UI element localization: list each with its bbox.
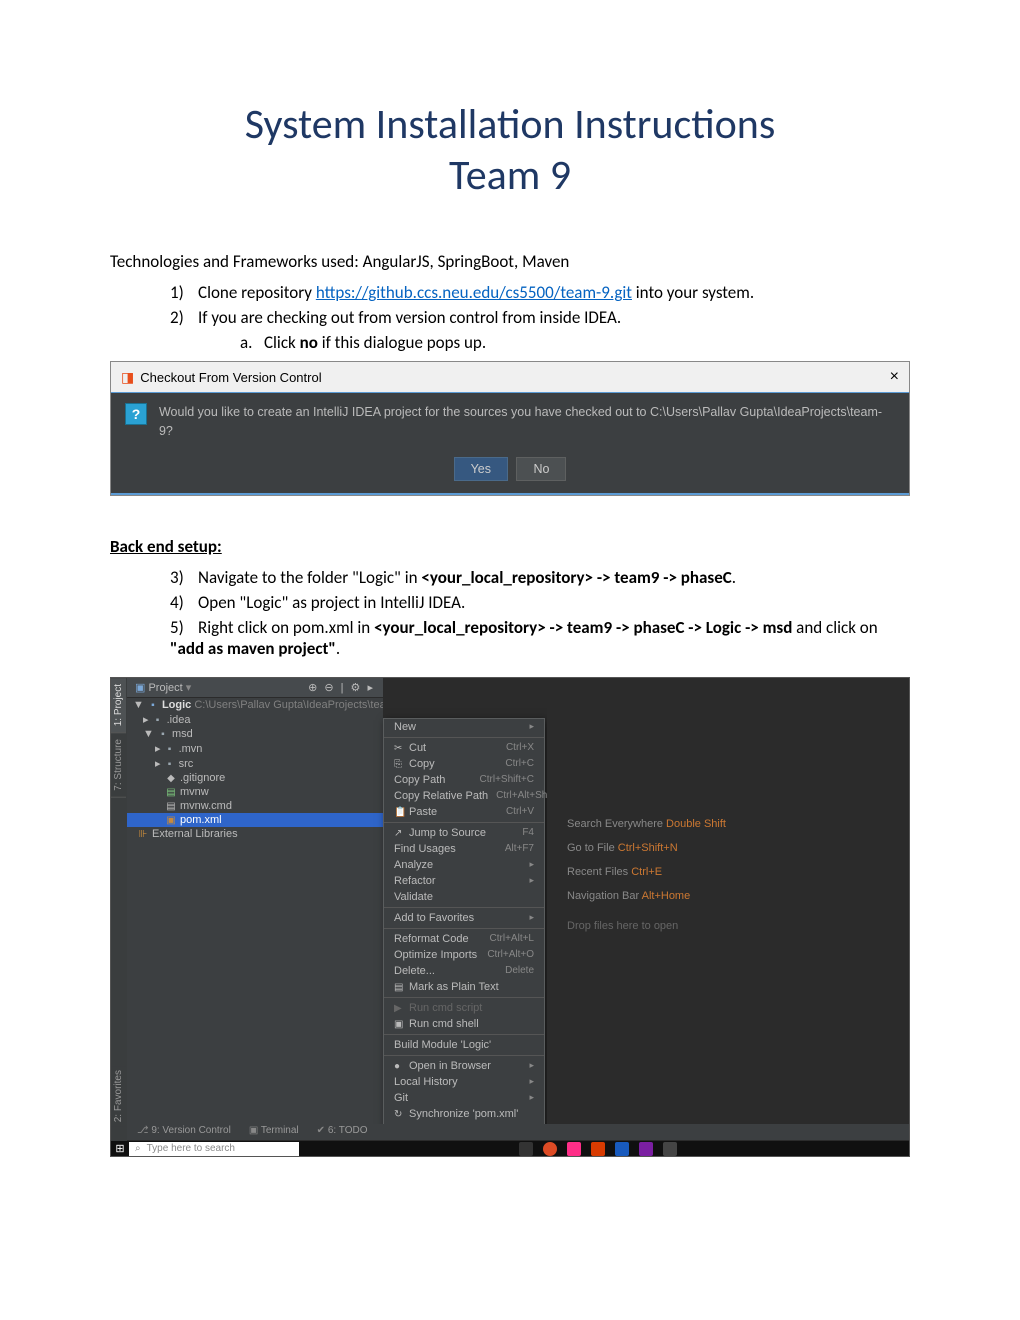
tree-pom[interactable]: ▣pom.xml [127, 813, 383, 827]
doc-subtitle: Team 9 [110, 150, 910, 201]
menu-item[interactable]: Delete...Delete [384, 963, 544, 979]
menu-icon: ↗ [394, 828, 406, 839]
taskbar-app-icon[interactable] [615, 1142, 629, 1156]
menu-item[interactable]: Add to Favorites▸ [384, 910, 544, 926]
folder-icon: ▪ [157, 729, 169, 740]
yes-button[interactable]: Yes [454, 457, 508, 481]
menu-icon: ✂ [394, 743, 406, 754]
step-2: 2)If you are checking out from version c… [170, 307, 910, 328]
taskbar-app-icon[interactable] [543, 1142, 557, 1156]
folder-icon: ▪ [152, 715, 164, 726]
folder-icon: ▪ [164, 759, 176, 770]
menu-item[interactable]: Optimize ImportsCtrl+Alt+O [384, 947, 544, 963]
step-5: 5)Right click on pom.xml in <your_local_… [170, 617, 910, 659]
menu-icon: ↻ [394, 1109, 406, 1120]
taskbar-app-icon[interactable] [519, 1142, 533, 1156]
menu-icon: ⎘ [394, 759, 406, 770]
module-icon: ▪ [147, 700, 159, 711]
question-icon: ? [125, 403, 147, 425]
dialog-title: Checkout From Version Control [140, 370, 889, 385]
tree-header: ▣ Project ▾ ⊕ ⊖ | ⚙ ▸ [127, 678, 383, 698]
menu-item[interactable]: ⎘CopyCtrl+C [384, 756, 544, 772]
menu-item[interactable]: ▤Mark as Plain Text [384, 979, 544, 995]
menu-item[interactable]: Build Module 'Logic' [384, 1037, 544, 1053]
menu-item: ▶Run cmd script [384, 1000, 544, 1016]
bottom-tab-terminal[interactable]: ▣ Terminal [249, 1125, 299, 1139]
file-icon: ▤ [165, 787, 177, 798]
backend-heading: Back end setup: [110, 536, 910, 557]
step-2a: a. Click no if this dialogue pops up. [240, 332, 910, 353]
step-3: 3)Navigate to the folder "Logic" in <you… [170, 567, 910, 588]
menu-item[interactable]: Refactor▸ [384, 873, 544, 889]
tree-mvn[interactable]: ▸ ▪.mvn [127, 741, 383, 756]
tree-extlib[interactable]: ⊪External Libraries [127, 827, 383, 841]
bottom-tab-vcs[interactable]: ⎇ 9: Version Control [137, 1125, 231, 1139]
menu-item[interactable]: Local History▸ [384, 1074, 544, 1090]
tree-mvnwcmd[interactable]: ▤mvnw.cmd [127, 799, 383, 813]
editor-empty-state: Search Everywhere Double Shift Go to Fil… [547, 678, 909, 1124]
menu-item[interactable]: New▸ [384, 719, 544, 735]
tech-line: Technologies and Frameworks used: Angula… [110, 251, 910, 272]
menu-item[interactable]: Copy PathCtrl+Shift+C [384, 772, 544, 788]
menu-item[interactable]: Copy Relative PathCtrl+Alt+Shift+C [384, 788, 544, 804]
rail-tab-project[interactable]: 1: Project [111, 678, 126, 733]
taskbar-app-icon[interactable] [567, 1142, 581, 1156]
taskbar-app-icon[interactable] [663, 1142, 677, 1156]
menu-item[interactable]: Validate [384, 889, 544, 905]
context-menu: New▸ ✂CutCtrl+X⎘CopyCtrl+CCopy PathCtrl+S… [383, 718, 545, 1157]
drop-zone[interactable]: Drop files here to open [567, 920, 889, 932]
gitignore-icon: ◆ [165, 773, 177, 784]
menu-item[interactable]: ✂CutCtrl+X [384, 740, 544, 756]
doc-title: System Installation Instructions [110, 100, 910, 150]
menu-icon: ▤ [394, 982, 406, 993]
rail-tab-favorites[interactable]: 2: Favorites [111, 1066, 126, 1126]
menu-item[interactable]: Git▸ [384, 1090, 544, 1106]
file-icon: ▤ [165, 801, 177, 812]
folder-icon: ▪ [164, 744, 176, 755]
bottom-tab-todo[interactable]: ✔ 6: TODO [317, 1125, 368, 1139]
menu-item[interactable]: Find UsagesAlt+F7 [384, 841, 544, 857]
close-icon[interactable]: × [890, 368, 899, 386]
menu-item[interactable]: ↗Jump to SourceF4 [384, 825, 544, 841]
menu-icon: 📋 [394, 807, 406, 818]
menu-item[interactable]: ▣Run cmd shell [384, 1016, 544, 1032]
tree-msd[interactable]: ▼ ▪msd [127, 727, 383, 741]
menu-icon: ▣ [394, 1019, 406, 1030]
tree-src[interactable]: ▸ ▪src [127, 756, 383, 771]
ide-screenshot: 1: Project 7: Structure ▣ Project ▾ ⊕ ⊖ … [110, 677, 910, 1157]
menu-item[interactable]: ↻Synchronize 'pom.xml' [384, 1106, 544, 1122]
repo-link[interactable]: https://github.ccs.neu.edu/cs5500/team-9… [316, 282, 632, 303]
xml-icon: ▣ [165, 815, 177, 826]
tree-idea[interactable]: ▸ ▪.idea [127, 712, 383, 727]
tree-gitignore[interactable]: ◆.gitignore [127, 771, 383, 785]
tree-header-icon: ▣ [135, 682, 145, 694]
windows-taskbar: ⊞ ⌕Type here to search [111, 1141, 909, 1157]
tree-tools[interactable]: ⊕ ⊖ | ⚙ ▸ [308, 681, 375, 694]
menu-item[interactable]: ●Open in Browser▸ [384, 1058, 544, 1074]
no-button[interactable]: No [516, 457, 566, 481]
menu-item[interactable]: Reformat CodeCtrl+Alt+L [384, 931, 544, 947]
windows-start-icon[interactable]: ⊞ [111, 1141, 129, 1157]
tree-mvnw[interactable]: ▤mvnw [127, 785, 383, 799]
taskbar-app-icon[interactable] [639, 1142, 653, 1156]
step-4: 4)Open "Logic" as project in IntelliJ ID… [170, 592, 910, 613]
taskbar-app-icon[interactable] [591, 1142, 605, 1156]
search-icon: ⌕ [135, 1143, 141, 1154]
project-tree: ▣ Project ▾ ⊕ ⊖ | ⚙ ▸ ▼ ▪Logic C:\Users\… [127, 678, 383, 1124]
menu-item[interactable]: Analyze▸ [384, 857, 544, 873]
rail-tab-structure[interactable]: 7: Structure [111, 733, 126, 798]
menu-icon: ▶ [394, 1003, 406, 1014]
library-icon: ⊪ [137, 829, 149, 840]
menu-item[interactable]: 📋PasteCtrl+V [384, 804, 544, 820]
menu-icon: ● [394, 1061, 406, 1072]
intellij-icon: ◨ [121, 369, 134, 386]
step-1: 1)Clone repository https://github.ccs.ne… [170, 282, 910, 303]
bottom-toolbar: ⎇ 9: Version Control ▣ Terminal ✔ 6: TOD… [127, 1124, 909, 1140]
tree-root[interactable]: ▼ ▪Logic C:\Users\Pallav Gupta\IdeaProje… [127, 698, 383, 712]
vcs-dialog: ◨ Checkout From Version Control × ? Woul… [110, 361, 910, 496]
taskbar-search[interactable]: ⌕Type here to search [129, 1142, 299, 1156]
dialog-message: Would you like to create an IntelliJ IDE… [159, 403, 895, 441]
